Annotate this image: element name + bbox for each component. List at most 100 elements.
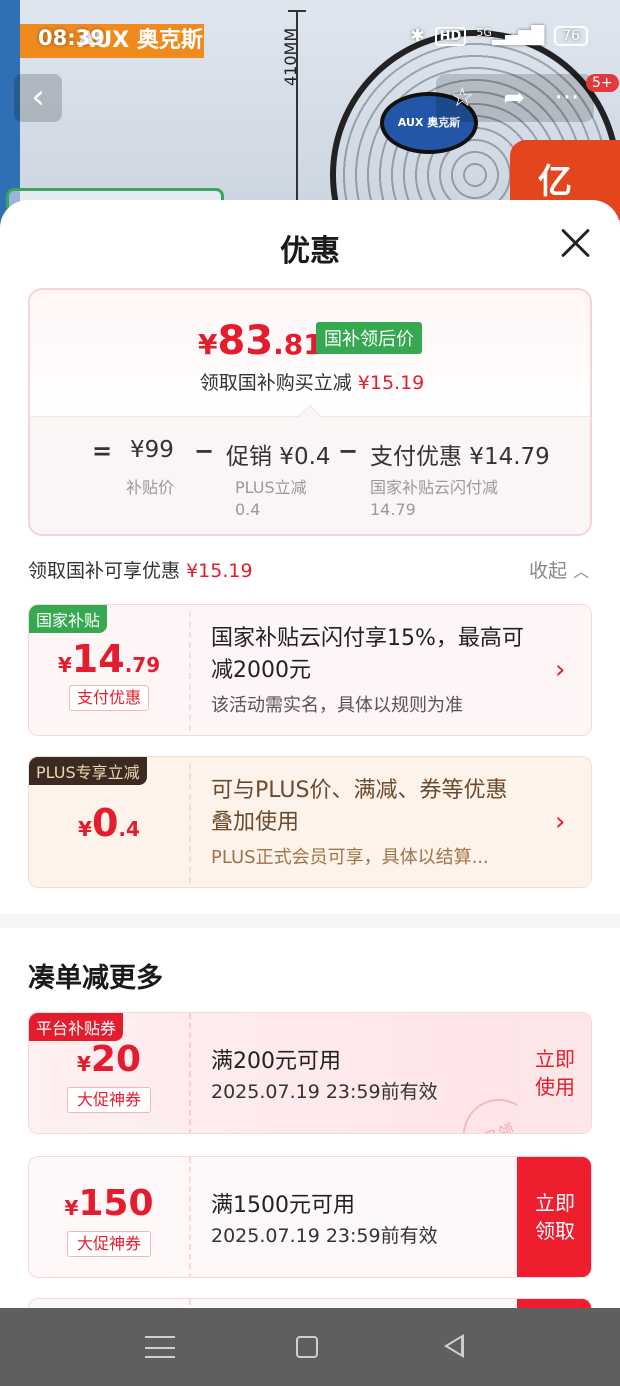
subtitle-text: 领取国补购买立减 xyxy=(199,372,352,394)
minus-sign: − xyxy=(194,437,215,465)
currency-symbol: ¥ xyxy=(57,653,72,677)
coupon-expiry: 2025.07.19 23:59前有效 xyxy=(211,1081,438,1103)
battery-icon: 76 xyxy=(554,26,588,46)
chevron-left-icon: ‹ xyxy=(31,77,45,117)
plus-ribbon: PLUS专享立减 xyxy=(29,757,147,785)
back-triangle-icon[interactable] xyxy=(444,1334,464,1358)
currency-symbol: ¥ xyxy=(76,1052,91,1076)
promo-label: PLUS立减 0.4 xyxy=(235,477,307,521)
benefit-amount: ¥0.4 xyxy=(29,801,189,845)
more-discounts-title: 凑单减更多 xyxy=(28,963,163,994)
status-time: 08:39 xyxy=(38,26,105,50)
plus-benefit-card[interactable]: PLUS专享立减 ¥0.4 可与PLUS价、满减、券等优惠叠加使用 PLUS正式… xyxy=(28,756,592,888)
amount-decimal: .79 xyxy=(124,653,161,677)
share-icon[interactable]: ➦ xyxy=(503,83,525,113)
close-icon[interactable] xyxy=(558,224,594,260)
price-summary-card: ¥83.81 国补领后价 领取国补购买立减 ¥15.19 = ¥99 补贴价 −… xyxy=(28,288,592,536)
network-label: 5G xyxy=(476,26,492,39)
currency-symbol: ¥ xyxy=(78,817,92,841)
section-separator xyxy=(0,914,620,928)
subsidy-benefit-card[interactable]: 国家补贴 ¥14.79 支付优惠 国家补贴云闪付享15%，最高可减2000元 该… xyxy=(28,604,592,736)
action-line1: 立即 xyxy=(535,1047,575,1071)
payment-discount-value: 支付优惠 ¥14.79 xyxy=(370,444,550,470)
amount-value: 150 xyxy=(78,1183,154,1224)
hd-icon: HD xyxy=(434,26,467,46)
card-divider xyxy=(189,763,191,883)
recent-apps-icon[interactable] xyxy=(145,1336,175,1358)
bluetooth-icon: ✱ xyxy=(410,26,425,46)
price-integer: 83 xyxy=(217,318,274,364)
base-price-value: ¥99 xyxy=(130,437,174,463)
subtitle-amount: ¥15.19 xyxy=(357,372,425,394)
subsidy-ribbon: 国家补贴 xyxy=(29,605,108,633)
discount-sheet: 优惠 ¥83.81 国补领后价 领取国补购买立减 ¥15.19 = ¥99 补贴… xyxy=(0,200,620,1308)
claim-now-button[interactable]: 立即 领取 xyxy=(517,1157,591,1277)
platform-coupon-ribbon: 平台补贴券 xyxy=(29,1013,124,1041)
action-line2: 领取 xyxy=(535,1219,575,1243)
minus-sign: − xyxy=(338,437,359,465)
final-price: ¥83.81 xyxy=(198,318,323,364)
coupon-card: ¥150 大促神券 满1500元可用 2025.07.19 23:59前有效 立… xyxy=(28,1156,592,1278)
card-divider xyxy=(189,1013,191,1133)
promo-value: 促销 ¥0.4 xyxy=(226,444,331,470)
card-divider xyxy=(189,611,191,731)
status-bar: 08:39 ✱ HD 5G▂▄▆█ 76 xyxy=(0,18,620,58)
coupon-amount: ¥20 xyxy=(29,1039,189,1080)
coupon-card-partial xyxy=(28,1298,592,1308)
currency-symbol: ¥ xyxy=(64,1196,79,1220)
amount-integer: 14 xyxy=(71,637,125,681)
price-subtitle: 领取国补购买立减 ¥15.19 xyxy=(30,368,590,395)
signal-icon: 5G▂▄▆█ xyxy=(476,26,545,46)
action-line2: 使用 xyxy=(535,1075,575,1099)
coupon-card: 平台补贴券 ¥20 大促神券 满200元可用 2025.07.19 23:59前… xyxy=(28,1012,592,1134)
payment-discount-pill: 支付优惠 xyxy=(69,685,149,711)
collapse-label: 收起 xyxy=(529,560,568,582)
currency-symbol: ¥ xyxy=(198,328,218,361)
status-icons: ✱ HD 5G▂▄▆█ 76 xyxy=(410,26,588,46)
top-actions: ☆ ➦ ··· xyxy=(436,74,594,122)
action-line1: 立即 xyxy=(535,1191,575,1215)
claim-now-button[interactable] xyxy=(517,1299,591,1308)
benefits-amount: ¥15.19 xyxy=(186,560,253,582)
cart-count-badge: 5+ xyxy=(586,74,619,92)
chevron-up-icon: ︿ xyxy=(573,562,590,581)
promo-label-line2: 0.4 xyxy=(235,500,261,519)
benefits-label: 领取国补可享优惠 xyxy=(28,560,181,582)
benefit-note: PLUS正式会员可享，具体以结算... xyxy=(211,847,489,868)
benefit-amount: ¥14.79 xyxy=(29,637,189,681)
chevron-right-icon: › xyxy=(555,807,566,837)
benefit-note: 该活动需实名，具体以规则为准 xyxy=(211,695,463,716)
pay-label-line2: 14.79 xyxy=(370,500,416,519)
payment-discount-label: 国家补贴云闪付减 14.79 xyxy=(370,477,498,521)
use-now-button[interactable]: 立即 使用 xyxy=(517,1013,591,1133)
price-summary-top: ¥83.81 国补领后价 领取国补购买立减 ¥15.19 xyxy=(30,290,590,416)
amount-decimal: .4 xyxy=(118,817,140,841)
benefit-description: 国家补贴云闪付享15%，最高可减2000元 xyxy=(211,626,524,683)
coupon-condition: 满200元可用 xyxy=(211,1049,341,1074)
coupon-condition: 满1500元可用 xyxy=(211,1193,355,1218)
coupon-type-pill: 大促神券 xyxy=(67,1231,151,1257)
system-nav-bar xyxy=(0,1308,620,1386)
amount-integer: 0 xyxy=(91,801,119,845)
equals-sign: = xyxy=(92,437,113,465)
coupon-type-pill: 大促神券 xyxy=(67,1087,151,1113)
sheet-title: 优惠 xyxy=(280,234,340,269)
pay-label-line1: 国家补贴云闪付减 xyxy=(370,478,499,497)
more-icon[interactable]: ··· xyxy=(555,83,580,113)
promo-label-line1: PLUS立减 xyxy=(235,478,307,497)
benefits-header: 领取国补可享优惠 ¥15.19 xyxy=(28,556,253,583)
card-divider xyxy=(189,1157,191,1277)
favorite-star-icon[interactable]: ☆ xyxy=(451,83,474,113)
base-price-label: 补贴价 xyxy=(126,478,175,497)
home-icon[interactable] xyxy=(296,1336,318,1358)
back-button[interactable]: ‹ xyxy=(14,74,62,122)
chevron-right-icon: › xyxy=(555,655,566,685)
coupon-expiry: 2025.07.19 23:59前有效 xyxy=(211,1225,438,1247)
price-formula: = ¥99 补贴价 − 促销 ¥0.4 PLUS立减 0.4 − 支付优惠 ¥1… xyxy=(30,416,590,534)
subsidy-price-tag: 国补领后价 xyxy=(316,322,422,354)
collapse-toggle[interactable]: 收起 ︿ xyxy=(529,556,589,583)
amount-value: 20 xyxy=(90,1039,142,1080)
coupon-amount: ¥150 xyxy=(29,1183,189,1224)
benefit-description: 可与PLUS价、满减、券等优惠叠加使用 xyxy=(211,778,508,835)
card-divider xyxy=(189,1299,191,1308)
